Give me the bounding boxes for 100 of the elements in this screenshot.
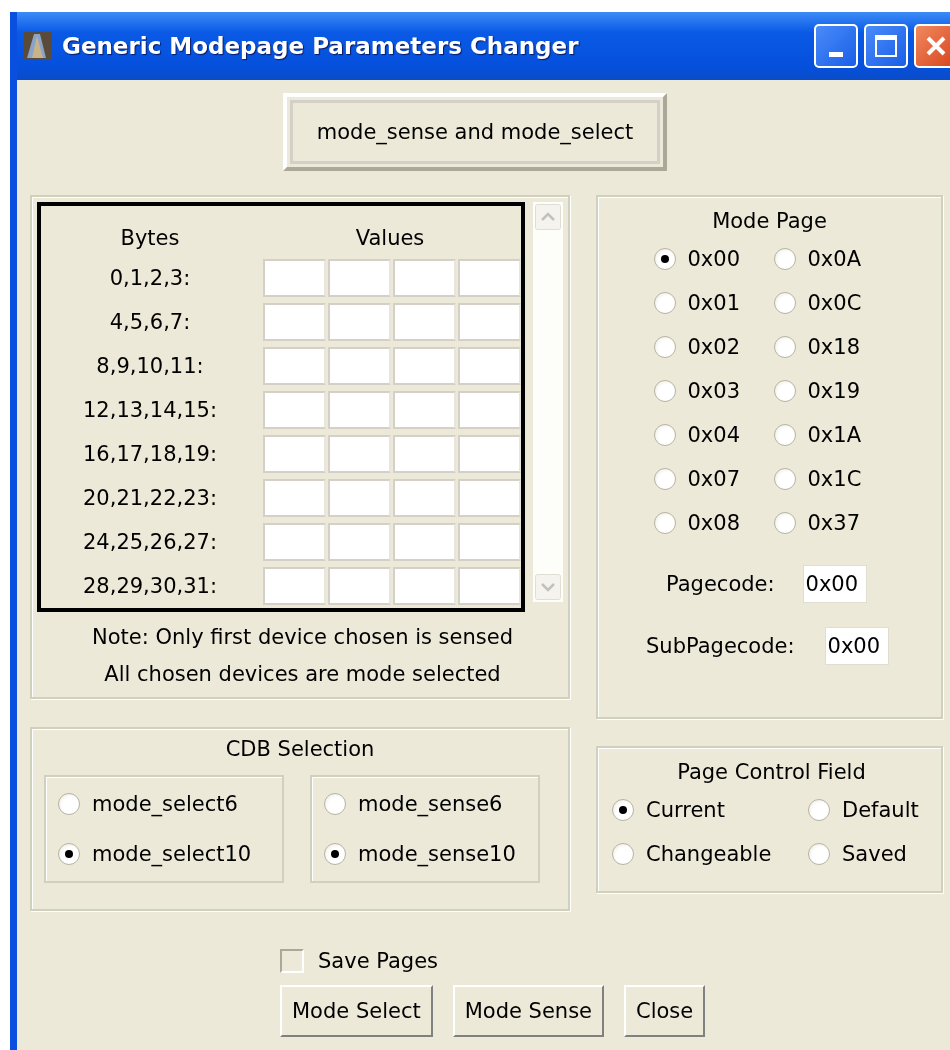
subpagecode-field[interactable]: 0x00: [824, 627, 889, 665]
radio-circle-icon[interactable]: [653, 292, 676, 314]
radio-option[interactable]: 0x0C: [773, 291, 894, 315]
radio-circle-icon[interactable]: [773, 380, 796, 402]
radio-option[interactable]: 0x1A: [773, 423, 894, 447]
radio-circle-icon[interactable]: [58, 843, 80, 865]
radio-option[interactable]: 0x07: [653, 467, 774, 491]
radio-circle-icon[interactable]: [773, 424, 796, 446]
radio-circle-icon[interactable]: [612, 799, 634, 821]
value-field[interactable]: [393, 567, 456, 605]
field-label: SubPagecode:: [646, 634, 795, 658]
radio-circle-icon[interactable]: [653, 380, 676, 402]
radio-option[interactable]: Changeable: [612, 842, 808, 866]
radio-option[interactable]: mode_select10: [58, 842, 270, 866]
value-field[interactable]: [263, 435, 326, 473]
value-field[interactable]: [263, 259, 326, 297]
value-field[interactable]: [393, 391, 456, 429]
radio-option[interactable]: 0x18: [773, 335, 894, 359]
radio-circle-icon[interactable]: [773, 468, 796, 490]
radio-option[interactable]: Default: [808, 798, 938, 822]
bytes-label: 4,5,6,7:: [108, 310, 192, 334]
value-field[interactable]: [263, 567, 326, 605]
radio-option[interactable]: 0x01: [653, 291, 774, 315]
radio-option[interactable]: 0x00: [653, 247, 774, 271]
dialog-button[interactable]: Mode Select: [280, 985, 433, 1037]
radio-circle-icon[interactable]: [773, 248, 796, 270]
scroll-up-icon[interactable]: [535, 204, 561, 230]
scroll-down-icon[interactable]: [535, 574, 561, 600]
radio-circle-icon[interactable]: [612, 843, 634, 865]
radio-circle-icon[interactable]: [653, 468, 676, 490]
minimize-button[interactable]: [814, 24, 858, 68]
value-field[interactable]: [328, 479, 391, 517]
value-field[interactable]: [263, 523, 326, 561]
radio-option[interactable]: Saved: [808, 842, 938, 866]
radio-option[interactable]: 0x19: [773, 379, 894, 403]
bytes-label: 24,25,26,27:: [82, 530, 218, 554]
radio-circle-icon[interactable]: [773, 292, 796, 314]
radio-option[interactable]: mode_select6: [58, 792, 270, 816]
radio-circle-icon[interactable]: [808, 843, 830, 865]
value-field[interactable]: [263, 391, 326, 429]
save-pages-checkbox[interactable]: Save Pages: [280, 949, 438, 973]
value-field[interactable]: [393, 479, 456, 517]
value-field[interactable]: [393, 435, 456, 473]
maximize-button[interactable]: [864, 24, 908, 68]
value-field[interactable]: [263, 479, 326, 517]
bytes-label: 20,21,22,23:: [82, 486, 218, 510]
value-field[interactable]: [458, 479, 521, 517]
radio-circle-icon[interactable]: [653, 424, 676, 446]
radio-option[interactable]: 0x04: [653, 423, 774, 447]
value-field[interactable]: [393, 523, 456, 561]
value-field[interactable]: [458, 567, 521, 605]
value-field[interactable]: [328, 259, 391, 297]
value-field[interactable]: [328, 391, 391, 429]
close-button[interactable]: [914, 24, 950, 68]
dialog-button[interactable]: Close: [624, 985, 706, 1037]
group-title: Page Control Field: [676, 760, 867, 784]
column-header: Bytes: [119, 226, 181, 250]
bytes-label: 12,13,14,15:: [82, 398, 218, 422]
value-field[interactable]: [458, 259, 521, 297]
value-field[interactable]: [458, 435, 521, 473]
radio-circle-icon[interactable]: [653, 336, 676, 358]
value-field[interactable]: [458, 523, 521, 561]
value-field[interactable]: [458, 303, 521, 341]
radio-option[interactable]: 0x02: [653, 335, 774, 359]
group-title: Mode Page: [711, 209, 828, 233]
radio-circle-icon[interactable]: [773, 512, 796, 534]
value-field[interactable]: [263, 347, 326, 385]
value-field[interactable]: [328, 347, 391, 385]
value-field[interactable]: [263, 303, 326, 341]
value-field[interactable]: [328, 567, 391, 605]
value-field[interactable]: [393, 259, 456, 297]
value-field[interactable]: [328, 435, 391, 473]
radio-option[interactable]: mode_sense10: [324, 842, 526, 866]
value-field[interactable]: [458, 391, 521, 429]
radio-option[interactable]: 0x03: [653, 379, 774, 403]
radio-option[interactable]: 0x37: [773, 511, 894, 535]
mode-sense-and-select-button[interactable]: mode_sense and mode_select: [283, 93, 667, 171]
column-header: Values: [354, 226, 426, 250]
value-field[interactable]: [328, 523, 391, 561]
close-icon[interactable]: [924, 34, 948, 58]
radio-option[interactable]: 0x0A: [773, 247, 894, 271]
radio-circle-icon[interactable]: [773, 336, 796, 358]
radio-circle-icon[interactable]: [324, 793, 346, 815]
scrollbar[interactable]: [533, 202, 563, 602]
radio-option[interactable]: 0x08: [653, 511, 774, 535]
radio-option[interactable]: Current: [612, 798, 808, 822]
pagecode-field[interactable]: 0x00: [802, 565, 867, 603]
value-field[interactable]: [328, 303, 391, 341]
radio-circle-icon[interactable]: [58, 793, 80, 815]
radio-circle-icon[interactable]: [653, 248, 676, 270]
value-field[interactable]: [393, 347, 456, 385]
dialog-button[interactable]: Mode Sense: [452, 985, 604, 1037]
window-title: Generic Modepage Parameters Changer: [62, 33, 579, 59]
radio-option[interactable]: mode_sense6: [324, 792, 526, 816]
value-field[interactable]: [393, 303, 456, 341]
radio-circle-icon[interactable]: [808, 799, 830, 821]
radio-circle-icon[interactable]: [653, 512, 676, 534]
value-field[interactable]: [458, 347, 521, 385]
radio-circle-icon[interactable]: [324, 843, 346, 865]
radio-option[interactable]: 0x1C: [773, 467, 894, 491]
